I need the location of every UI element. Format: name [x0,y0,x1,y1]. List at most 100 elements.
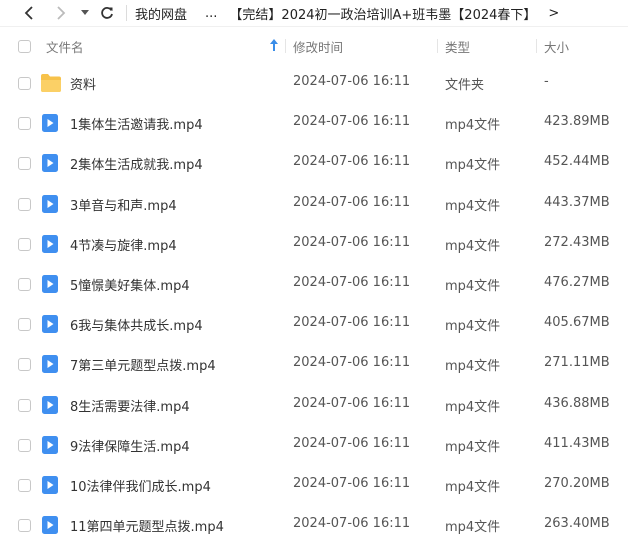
file-size: 263.40MB [544,516,610,532]
chevron-left-icon [24,6,33,20]
file-row[interactable]: 7第三单元题型点拨.mp4 2024-07-06 16:11 mp4文件 271.11… [0,344,628,384]
file-size: 411.43MB [544,435,610,451]
file-modified-time: 2024-07-06 16:11 [293,194,411,210]
breadcrumb-more[interactable]: > [548,6,559,21]
video-file-icon [40,395,60,415]
file-size: 423.89MB [544,114,610,130]
file-modified-time: 2024-07-06 16:11 [293,74,411,89]
video-file-icon [40,314,60,334]
file-modified-time: 2024-07-06 16:11 [293,114,411,130]
file-name[interactable]: 5憧憬美好集体.mp4 [70,275,190,294]
row-checkbox[interactable] [18,77,31,90]
breadcrumb-ellipsis[interactable]: ... [205,6,217,21]
file-row[interactable]: 4节凑与旋律.mp4 2024-07-06 16:11 mp4文件 272.43MB [0,224,628,264]
refresh-button[interactable] [98,4,116,22]
chevron-right-icon [57,6,66,20]
file-row[interactable]: 10法律伴我们成长.mp4 2024-07-06 16:11 mp4文件 270.20… [0,465,628,505]
row-checkbox[interactable] [18,438,31,452]
caret-down-icon [81,10,89,15]
row-checkbox[interactable] [18,237,31,251]
file-size: 405.67MB [544,315,610,331]
file-row[interactable]: 9法律保障生活.mp4 2024-07-06 16:11 mp4文件 411.43MB [0,425,628,465]
column-divider[interactable] [285,39,286,53]
file-row[interactable]: 5憧憬美好集体.mp4 2024-07-06 16:11 mp4文件 476.27MB [0,264,628,304]
row-checkbox[interactable] [18,318,31,332]
file-row[interactable]: 3单音与和声.mp4 2024-07-06 16:11 mp4文件 443.37MB [0,184,628,224]
column-header-modified[interactable]: 修改时间 [293,37,343,56]
select-all-checkbox[interactable] [18,40,31,53]
file-type: mp4文件 [445,359,501,375]
video-file-icon [40,274,60,294]
column-divider[interactable] [536,39,537,53]
breadcrumb-current[interactable]: 【完结】2024初一政治培训A+班韦墨【2024春下】 [229,4,536,23]
file-name[interactable]: 7第三单元题型点拨.mp4 [70,355,216,374]
file-type: mp4文件 [445,480,501,495]
file-modified-time: 2024-07-06 16:11 [293,516,411,532]
file-size: 270.20MB [544,476,610,491]
history-dropdown-button[interactable] [76,4,94,22]
file-name[interactable]: 9法律保障生活.mp4 [70,436,190,455]
file-type: mp4文件 [445,279,501,294]
row-checkbox[interactable] [18,358,31,372]
file-type: mp4文件 [445,520,501,536]
column-header-name[interactable]: 文件名 [46,37,84,56]
row-checkbox[interactable] [18,519,31,533]
video-file-icon [40,194,60,214]
file-modified-time: 2024-07-06 16:11 [293,435,411,451]
file-modified-time: 2024-07-06 16:11 [293,154,411,170]
file-modified-time: 2024-07-06 16:11 [293,476,411,491]
file-size: 436.88MB [544,395,610,411]
file-modified-time: 2024-07-06 16:11 [293,355,411,371]
file-row[interactable]: 11第四单元题型点拨.mp4 2024-07-06 16:11 mp4文件 263.4… [0,505,628,545]
file-name[interactable]: 资料 [70,74,96,93]
file-size: 443.37MB [544,194,610,210]
sort-up-icon[interactable] [270,38,278,54]
file-type: mp4文件 [445,118,501,134]
file-modified-time: 2024-07-06 16:11 [293,315,411,331]
file-size: 271.11MB [544,355,610,371]
video-file-icon [40,234,60,254]
file-name[interactable]: 11第四单元题型点拨.mp4 [70,516,224,535]
row-checkbox[interactable] [18,479,31,492]
file-list-header: 文件名 修改时间 类型 大小 [0,30,628,62]
folder-icon [40,73,61,93]
file-size: 452.44MB [544,154,610,170]
row-checkbox[interactable] [18,278,31,291]
file-row[interactable]: 1集体生活邀请我.mp4 2024-07-06 16:11 mp4文件 423.89M… [0,103,628,143]
forward-button[interactable] [52,4,70,22]
column-divider[interactable] [437,39,438,53]
file-name[interactable]: 6我与集体共成长.mp4 [70,315,203,334]
row-checkbox[interactable] [18,197,31,211]
file-size: - [544,74,549,89]
file-type: 文件夹 [445,78,485,93]
video-file-icon [40,113,60,133]
file-modified-time: 2024-07-06 16:11 [293,234,411,250]
row-checkbox[interactable] [18,398,31,412]
file-name[interactable]: 10法律伴我们成长.mp4 [70,476,211,495]
file-row[interactable]: 8生活需要法律.mp4 2024-07-06 16:11 mp4文件 436.88MB [0,385,628,425]
toolbar-divider [126,5,127,21]
file-type: mp4文件 [445,319,501,335]
column-header-type[interactable]: 类型 [445,37,470,56]
video-file-icon [40,515,60,535]
file-type: mp4文件 [445,439,501,455]
file-row[interactable]: 资料 2024-07-06 16:11 文件夹 - [0,63,628,103]
file-name[interactable]: 8生活需要法律.mp4 [70,396,190,415]
file-name[interactable]: 2集体生活成就我.mp4 [70,154,203,173]
column-header-size[interactable]: 大小 [544,37,569,56]
file-row[interactable]: 2集体生活成就我.mp4 2024-07-06 16:11 mp4文件 452.44M… [0,143,628,183]
file-type: mp4文件 [445,238,501,254]
file-modified-time: 2024-07-06 16:11 [293,275,411,290]
back-button[interactable] [20,4,38,22]
row-checkbox[interactable] [18,157,31,171]
breadcrumb-root[interactable]: 我的网盘 [135,4,187,23]
file-name[interactable]: 1集体生活邀请我.mp4 [70,114,203,133]
file-type: mp4文件 [445,399,501,415]
file-type: mp4文件 [445,198,501,214]
row-checkbox[interactable] [18,117,31,131]
video-file-icon [40,354,60,374]
file-name[interactable]: 3单音与和声.mp4 [70,195,177,214]
file-name[interactable]: 4节凑与旋律.mp4 [70,235,177,254]
file-row[interactable]: 6我与集体共成长.mp4 2024-07-06 16:11 mp4文件 405.67M… [0,304,628,344]
file-size: 272.43MB [544,234,610,250]
